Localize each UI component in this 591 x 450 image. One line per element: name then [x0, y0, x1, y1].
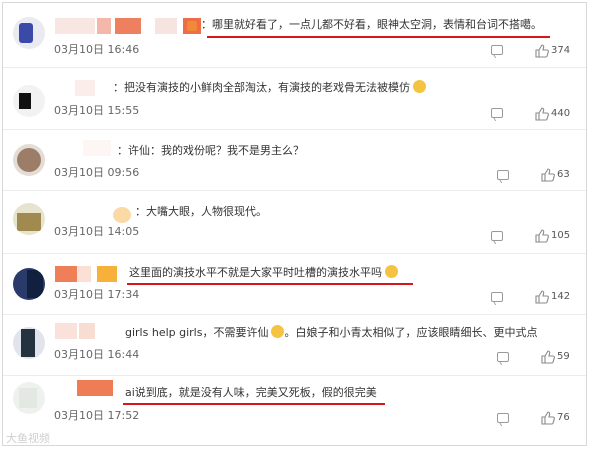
- avatar[interactable]: [13, 327, 45, 359]
- reply-icon[interactable]: [491, 108, 503, 118]
- like-count: 142: [551, 291, 571, 302]
- thumbs-up-icon: [535, 290, 549, 304]
- username-redacted[interactable]: [113, 207, 137, 223]
- username-redacted[interactable]: [75, 80, 115, 96]
- thumbs-up-icon: [535, 229, 549, 243]
- avatar[interactable]: [13, 85, 45, 117]
- comment-date: 03月10日 17:52: [54, 409, 140, 422]
- avatar[interactable]: [13, 382, 45, 414]
- comment-text: girls help girls，不需要许仙 。白娘子和小青太相似了，应该眼睛细长…: [125, 325, 538, 339]
- highlight-underline: [123, 403, 385, 405]
- comment-text: ：许仙：我的戏份呢？我不是男主么？: [117, 144, 304, 157]
- orange-emoji-icon: [187, 21, 197, 31]
- comment-list: ：哪里就好看了，一点儿都不好看，眼神太空洞，表情和台词不搭噶。 03月10日 1…: [2, 2, 587, 446]
- reply-icon[interactable]: [491, 231, 503, 241]
- highlight-underline: [127, 283, 413, 285]
- like-count: 76: [557, 412, 570, 423]
- comment-text: ：把没有演技的小鲜肉全部淘汰，有演技的老戏骨无法被模仿: [113, 80, 426, 96]
- like-count: 374: [551, 45, 571, 56]
- divider: [3, 375, 586, 376]
- highlight-underline: [207, 36, 550, 38]
- username-redacted[interactable]: [77, 380, 117, 396]
- comment-date: 03月10日 16:46: [54, 43, 140, 56]
- like-count: 105: [551, 230, 571, 241]
- thumbs-up-icon: [535, 44, 549, 58]
- like-count: 63: [557, 169, 570, 180]
- username-redacted[interactable]: [55, 266, 125, 282]
- avatar[interactable]: [13, 144, 45, 176]
- divider: [3, 253, 586, 254]
- like-count: 59: [557, 351, 570, 362]
- username-redacted[interactable]: [55, 18, 205, 34]
- comment-text: ：哪里就好看了，一点儿都不好看，眼神太空洞，表情和台词不搭噶。: [201, 18, 542, 31]
- like-count: 440: [551, 108, 571, 119]
- divider: [3, 67, 586, 68]
- thumbs-up-icon: [541, 411, 555, 425]
- reply-icon[interactable]: [491, 292, 503, 302]
- avatar[interactable]: [13, 17, 45, 49]
- thumbs-up-icon: [541, 168, 555, 182]
- comment-text: ：大嘴大眼，人物很现代。: [135, 205, 267, 218]
- reply-icon[interactable]: [497, 170, 509, 180]
- comment-date: 03月10日 14:05: [54, 225, 140, 238]
- comment-text: 这里面的演技水平不就是大家平时吐槽的演技水平吗: [129, 265, 398, 281]
- divider: [3, 314, 586, 315]
- divider: [3, 129, 586, 130]
- divider: [3, 190, 586, 191]
- thumbs-up-icon: [535, 107, 549, 121]
- smiley-emoji-icon: [413, 80, 426, 93]
- avatar[interactable]: [13, 268, 45, 300]
- comment-date: 03月10日 15:55: [54, 104, 140, 117]
- comment-text: ai说到底，就是没有人味，完美又死板，假的很完美: [125, 386, 377, 399]
- laughing-emoji-icon: [385, 265, 398, 278]
- watermark-text: 大鱼视频: [6, 432, 50, 445]
- comment-date: 03月10日 16:44: [54, 348, 140, 361]
- comment-date: 03月10日 09:56: [54, 166, 140, 179]
- comment-date: 03月10日 17:34: [54, 288, 140, 301]
- username-redacted[interactable]: [83, 140, 113, 156]
- thumbs-up-icon: [541, 350, 555, 364]
- reply-icon[interactable]: [491, 45, 503, 55]
- avatar[interactable]: [13, 203, 45, 235]
- reply-icon[interactable]: [497, 352, 509, 362]
- smiley-emoji-icon: [271, 325, 285, 338]
- username-redacted[interactable]: [55, 323, 105, 339]
- reply-icon[interactable]: [497, 413, 509, 423]
